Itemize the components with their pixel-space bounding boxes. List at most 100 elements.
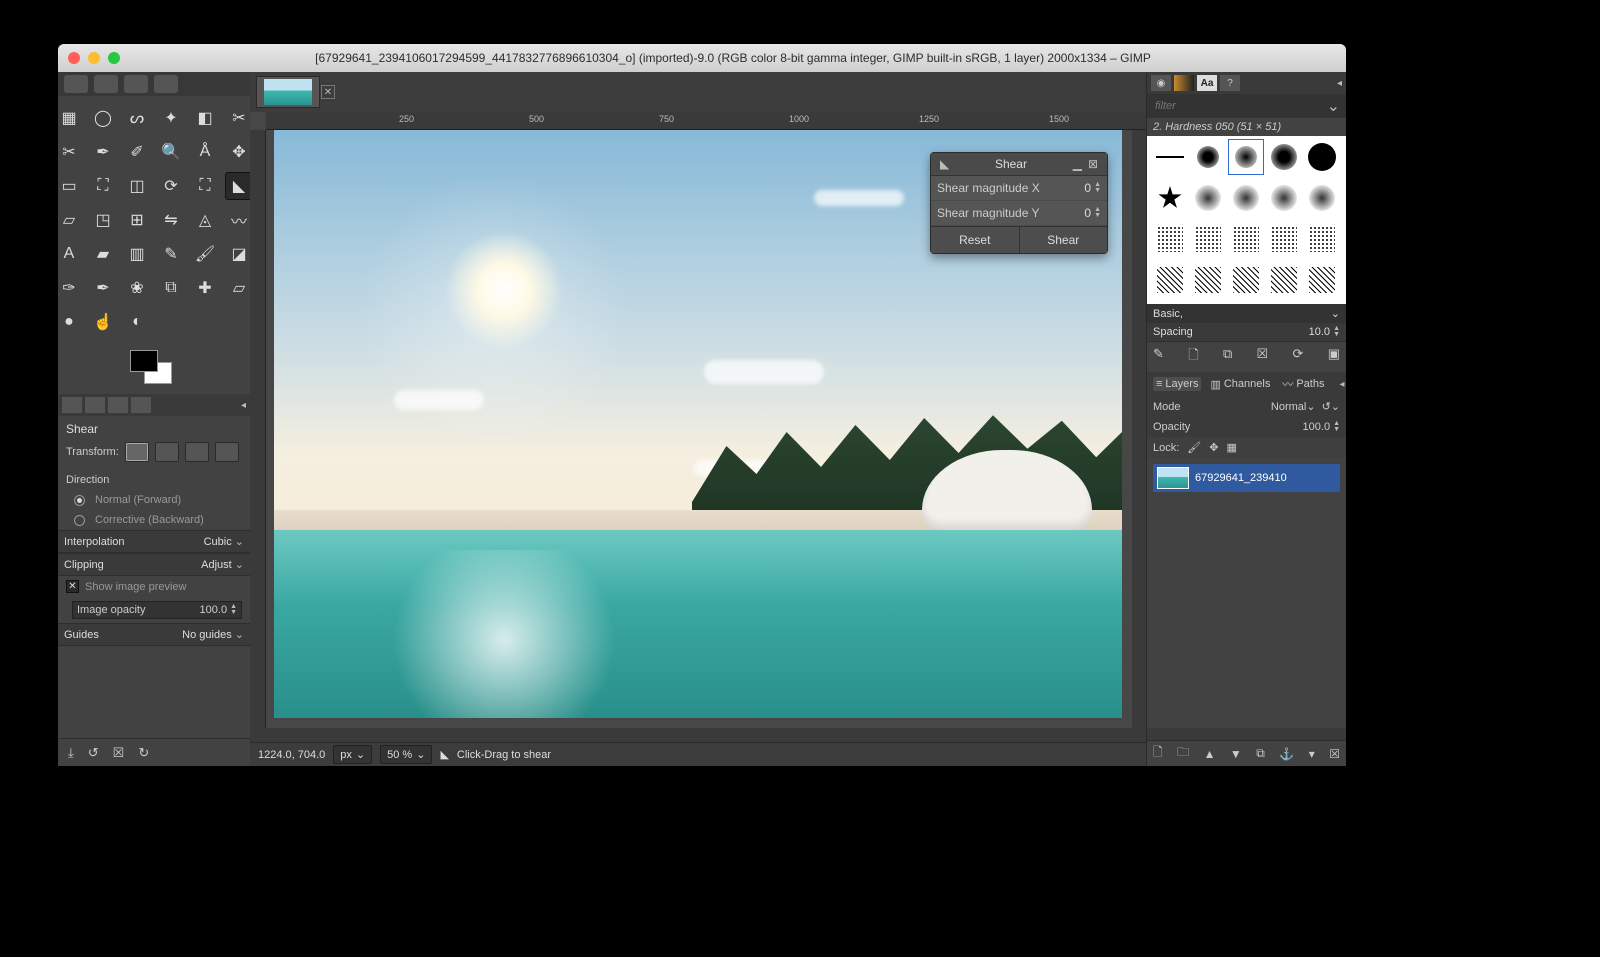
- edit-brush-icon[interactable]: ✎: [1153, 346, 1164, 368]
- fg-color-swatch[interactable]: [130, 350, 158, 372]
- preview-row[interactable]: ✕ Show image preview: [58, 576, 250, 597]
- ruler-vertical[interactable]: [250, 130, 266, 728]
- paths-tab[interactable]: 〰 Paths: [1279, 375, 1327, 393]
- delete-brush-icon[interactable]: ☒: [1257, 346, 1269, 368]
- blur-tool[interactable]: ●: [55, 308, 83, 336]
- unified-transform-tool[interactable]: ◫: [123, 172, 151, 200]
- scale-tool[interactable]: ⛶: [191, 172, 219, 200]
- brush-item[interactable]: [1153, 181, 1187, 215]
- transform-layer-button[interactable]: [125, 442, 149, 462]
- fuzzy-select-tool[interactable]: ✦: [157, 104, 185, 132]
- close-tab-icon[interactable]: ✕: [321, 85, 335, 99]
- new-layer-icon[interactable]: 🗋: [1153, 743, 1163, 764]
- brush-preset-row[interactable]: Basic, ⌄: [1147, 304, 1346, 323]
- brush-item[interactable]: [1229, 222, 1263, 256]
- restore-preset-icon[interactable]: ↺: [88, 745, 99, 761]
- delete-preset-icon[interactable]: ☒: [113, 745, 125, 761]
- brush-filter-input[interactable]: [1153, 99, 1327, 113]
- cage-tool[interactable]: ◬: [191, 206, 219, 234]
- reset-button[interactable]: Reset: [931, 226, 1019, 253]
- fonts-tab[interactable]: Aa: [1197, 75, 1217, 91]
- raise-layer-icon[interactable]: ▲: [1204, 747, 1216, 761]
- airbrush-tool[interactable]: ✑: [55, 274, 83, 302]
- layer-item[interactable]: 67929641_239410: [1153, 464, 1340, 492]
- shear-y-value[interactable]: 0: [1067, 206, 1091, 220]
- guides-dropdown[interactable]: Guides No guides ⌄: [58, 623, 250, 646]
- radio-off-icon[interactable]: [74, 515, 85, 526]
- unit-select[interactable]: px ⌄: [333, 745, 372, 764]
- bucket-fill-tool[interactable]: ▰: [89, 240, 117, 268]
- shear-button[interactable]: Shear: [1019, 226, 1108, 253]
- ink-tool[interactable]: ✒: [89, 274, 117, 302]
- transform-selection-button[interactable]: [155, 442, 179, 462]
- perspective-tool[interactable]: ▱: [55, 206, 83, 234]
- transform-image-button[interactable]: [215, 442, 239, 462]
- layer-opacity-value[interactable]: 100.0: [1303, 421, 1331, 433]
- image-opacity-value[interactable]: 100.0: [200, 604, 228, 616]
- pencil-tool[interactable]: ✎: [157, 240, 185, 268]
- brush-item[interactable]: [1153, 222, 1187, 256]
- measure-tool[interactable]: Å: [191, 138, 219, 166]
- titlebar[interactable]: [67929641_2394106017294599_4417832776896…: [58, 44, 1346, 72]
- brush-item[interactable]: [1229, 181, 1263, 215]
- flip-tool[interactable]: ⇋: [157, 206, 185, 234]
- device-status-tab[interactable]: [85, 397, 105, 413]
- layer-name[interactable]: 67929641_239410: [1195, 472, 1287, 484]
- clone-tool[interactable]: ⧉: [157, 274, 185, 302]
- brush-item[interactable]: [1267, 222, 1301, 256]
- heal-tool[interactable]: ✚: [191, 274, 219, 302]
- duplicate-brush-icon[interactable]: ⧉: [1223, 346, 1232, 368]
- warp-tool[interactable]: 〰: [225, 206, 253, 234]
- dock-menu-icon[interactable]: ◂: [1339, 379, 1344, 390]
- foreground-select-tool[interactable]: ✂: [55, 138, 83, 166]
- image-tab[interactable]: ✕: [256, 76, 320, 108]
- rect-select-tool[interactable]: ▦: [55, 104, 83, 132]
- mode-switch-icon[interactable]: ↺: [1322, 400, 1331, 413]
- dodge-tool[interactable]: ◐: [123, 308, 151, 336]
- zoom-tool[interactable]: 🔍: [157, 138, 185, 166]
- undo-history-tab[interactable]: [108, 397, 128, 413]
- smudge-tool[interactable]: ☝: [89, 308, 117, 336]
- reset-preset-icon[interactable]: ↻: [138, 745, 149, 761]
- interpolation-dropdown[interactable]: Interpolation Cubic ⌄: [58, 530, 250, 553]
- canvas[interactable]: ◣ Shear ▁ ⊠ Shear magnitude X 0 ▲▼ Shear…: [266, 130, 1132, 728]
- align-tool[interactable]: ▭: [55, 172, 83, 200]
- iscissors-tool[interactable]: ✂: [225, 104, 253, 132]
- by-color-select-tool[interactable]: ◧: [191, 104, 219, 132]
- horizontal-scrollbar[interactable]: [250, 728, 1146, 742]
- brush-item[interactable]: [1191, 140, 1225, 174]
- lower-layer-icon[interactable]: ▼: [1230, 747, 1242, 761]
- brushes-tab[interactable]: ◉: [1151, 75, 1171, 91]
- layer-hscroll[interactable]: [1147, 728, 1346, 740]
- layer-mode-row[interactable]: Mode Normal ⌄ ↺ ⌄: [1147, 396, 1346, 417]
- dock-menu-icon[interactable]: ◂: [1337, 78, 1342, 89]
- brush-item[interactable]: [1305, 263, 1339, 297]
- zoom-window-icon[interactable]: [108, 52, 120, 64]
- brush-item[interactable]: [1191, 263, 1225, 297]
- shear-dialog[interactable]: ◣ Shear ▁ ⊠ Shear magnitude X 0 ▲▼ Shear…: [930, 152, 1108, 254]
- close-dialog-icon[interactable]: ⊠: [1085, 157, 1101, 171]
- perspective-clone-tool[interactable]: ▱: [225, 274, 253, 302]
- move-tool[interactable]: ✥: [225, 138, 253, 166]
- images-tab[interactable]: [131, 397, 151, 413]
- color-picker-tool[interactable]: ✐: [123, 138, 151, 166]
- brush-item[interactable]: [1229, 263, 1263, 297]
- shear-x-value[interactable]: 0: [1067, 181, 1091, 195]
- brush-item[interactable]: [1267, 181, 1301, 215]
- text-tool[interactable]: A: [55, 240, 83, 268]
- tool-options-tab[interactable]: [62, 397, 82, 413]
- refresh-brushes-icon[interactable]: ⟳: [1293, 346, 1304, 368]
- shear-x-stepper[interactable]: ▲▼: [1094, 182, 1101, 194]
- spacing-stepper[interactable]: ▲▼: [1333, 326, 1340, 338]
- transform-path-button[interactable]: [185, 442, 209, 462]
- lock-position-icon[interactable]: ✥: [1209, 441, 1218, 454]
- new-brush-icon[interactable]: 🗋: [1188, 346, 1198, 368]
- lock-alpha-icon[interactable]: ▦: [1226, 441, 1236, 454]
- save-preset-icon[interactable]: ⤓: [68, 745, 74, 761]
- paintbrush-tool[interactable]: 🖌: [191, 240, 219, 268]
- clipping-dropdown[interactable]: Clipping Adjust ⌄: [58, 553, 250, 576]
- close-window-icon[interactable]: [68, 52, 80, 64]
- minimize-window-icon[interactable]: [88, 52, 100, 64]
- crop-tool[interactable]: ⛶: [89, 172, 117, 200]
- handle-transform-tool[interactable]: ⊞: [123, 206, 151, 234]
